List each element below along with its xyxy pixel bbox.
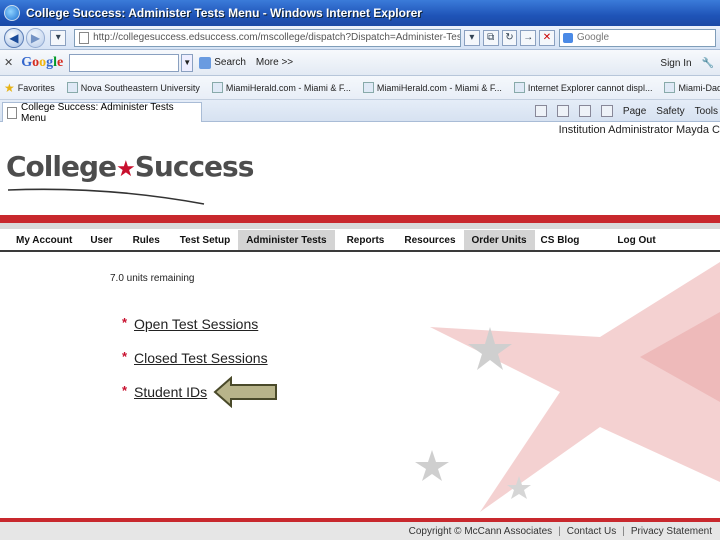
- open-test-sessions-link[interactable]: Open Test Sessions: [134, 316, 258, 332]
- red-asterisk-icon: *: [122, 315, 128, 330]
- tools-menu[interactable]: Tools: [695, 106, 718, 117]
- mail-icon[interactable]: [578, 105, 591, 117]
- list-item: * Open Test Sessions: [122, 316, 268, 350]
- closed-test-sessions-link[interactable]: Closed Test Sessions: [134, 350, 268, 366]
- nav-test-setup[interactable]: Test Setup: [168, 230, 238, 250]
- favorites-star-icon: ★: [4, 80, 15, 95]
- logo-swoosh: [7, 188, 205, 205]
- search-input[interactable]: Google: [558, 28, 717, 47]
- red-asterisk-icon: *: [122, 383, 128, 398]
- favorites-bar: ★ Favorites Nova Southeastern University…: [0, 76, 720, 100]
- user-role: Institution Administrator Mayda C: [558, 124, 720, 136]
- search-icon: [199, 56, 212, 69]
- more-button[interactable]: More >>: [256, 57, 293, 68]
- privacy-statement-link[interactable]: Privacy Statement: [631, 526, 712, 537]
- site-icon: [362, 82, 374, 93]
- nav-log-out[interactable]: Log Out: [587, 230, 663, 250]
- favorites-button[interactable]: ★ Favorites: [4, 81, 55, 95]
- nav-resources[interactable]: Resources: [392, 230, 463, 250]
- safety-menu[interactable]: Safety: [656, 106, 684, 117]
- google-logo[interactable]: Google: [21, 55, 63, 71]
- logo-star-icon: ★: [116, 157, 136, 182]
- site-icon: [664, 82, 676, 93]
- tab-administer-tests[interactable]: College Success: Administer Tests Menu: [2, 102, 202, 124]
- google-search-dropdown-icon[interactable]: ▼: [181, 53, 194, 72]
- site-icon: [211, 82, 223, 93]
- header-red-band: [0, 215, 720, 223]
- feeds-icon[interactable]: [556, 105, 569, 117]
- nav-rules[interactable]: Rules: [121, 230, 168, 250]
- google-toolbar-search-input[interactable]: [69, 53, 180, 72]
- nav-my-account[interactable]: My Account: [0, 230, 80, 250]
- settings-wrench-icon[interactable]: 🔧: [702, 58, 714, 69]
- header-gray-band: [0, 223, 720, 229]
- stop-icon[interactable]: ✕: [539, 29, 555, 46]
- tab-bar: College Success: Administer Tests Menu P…: [0, 100, 720, 124]
- web-page: Institution Administrator Mayda C Colleg…: [0, 122, 720, 540]
- left-arrow-callout: [213, 376, 277, 408]
- units-remaining: 7.0 units remaining: [110, 273, 195, 284]
- close-toolbar-icon[interactable]: ✕: [4, 56, 13, 69]
- forward-button[interactable]: ▶: [25, 27, 46, 48]
- red-asterisk-icon: *: [122, 349, 128, 364]
- contact-us-link[interactable]: Contact Us: [567, 526, 616, 537]
- favorite-item[interactable]: Internet Explorer cannot displ...: [513, 82, 652, 93]
- compatibility-view-icon[interactable]: ⧉: [482, 29, 499, 46]
- google-toolbar: ✕ Google ▼ Search More >> Sign In 🔧: [0, 50, 720, 76]
- window-title: College Success: Administer Tests Menu -…: [26, 6, 422, 20]
- nav-user[interactable]: User: [80, 230, 120, 250]
- page-menu[interactable]: Page: [623, 106, 646, 117]
- refresh-icon[interactable]: ↻: [501, 29, 518, 46]
- print-icon[interactable]: [600, 105, 613, 117]
- footer: Copyright © McCann Associates | Contact …: [0, 522, 720, 540]
- sign-in-link[interactable]: Sign In: [660, 58, 691, 69]
- site-icon: [66, 82, 78, 93]
- nav-cs-blog[interactable]: CS Blog: [535, 230, 588, 250]
- address-bar: ◀ ▶ ▾ http://collegesuccess.edsuccess.co…: [0, 26, 720, 50]
- favorite-item[interactable]: MiamiHerald.com - Miami & F...: [362, 82, 502, 93]
- recent-pages-dropdown-icon[interactable]: ▾: [50, 29, 67, 46]
- back-button[interactable]: ◀: [4, 27, 24, 48]
- college-success-logo: College★Success: [6, 150, 254, 183]
- favorite-item[interactable]: Miami-Dade County Public S...: [664, 82, 720, 93]
- address-dropdown-icon[interactable]: ▾: [464, 29, 480, 46]
- nav-administer-tests[interactable]: Administer Tests: [238, 230, 335, 250]
- nav-order-units[interactable]: Order Units: [463, 230, 535, 250]
- window-title-bar: College Success: Administer Tests Menu -…: [0, 0, 720, 26]
- google-search-provider-icon: [562, 32, 573, 43]
- background-stars-graphic: [415, 262, 720, 512]
- main-nav: My Account User Rules Test Setup Adminis…: [0, 230, 720, 252]
- site-icon: [513, 82, 525, 93]
- favorite-item[interactable]: Nova Southeastern University: [66, 82, 200, 93]
- google-search-button[interactable]: Search: [199, 56, 246, 69]
- command-bar: Page Safety Tools: [534, 102, 718, 120]
- page-icon: [79, 31, 90, 44]
- page-icon: [7, 106, 17, 119]
- favorite-item[interactable]: MiamiHerald.com - Miami & F...: [211, 82, 351, 93]
- internet-explorer-icon: [4, 5, 20, 21]
- address-input[interactable]: http://collegesuccess.edsuccess.com/msco…: [74, 28, 462, 47]
- student-ids-link[interactable]: Student IDs: [134, 384, 207, 400]
- search-placeholder: Google: [576, 32, 610, 43]
- copyright-text: Copyright © McCann Associates: [408, 525, 553, 537]
- home-icon[interactable]: [534, 105, 547, 117]
- nav-reports[interactable]: Reports: [335, 230, 393, 250]
- address-url: http://collegesuccess.edsuccess.com/msco…: [93, 32, 462, 43]
- go-icon[interactable]: →: [520, 29, 537, 46]
